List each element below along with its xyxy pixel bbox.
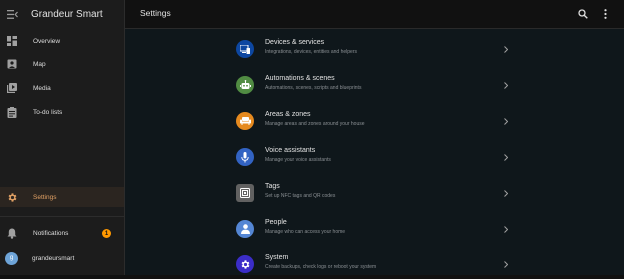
sidebar-item-map[interactable]: Map [0, 54, 124, 74]
dashboard-icon [6, 35, 18, 47]
settings-row-tags[interactable]: Tags Set up NFC tags and QR codes [234, 173, 519, 208]
page-title: Settings [140, 8, 171, 18]
settings-row-devices-services[interactable]: Devices & services Integrations, devices… [234, 29, 519, 64]
row-subtitle: Create backups, check logs or reboot you… [265, 264, 377, 270]
chevron-right-icon [502, 44, 510, 54]
sidebar: Grandeur Smart Overview Map Media To-do … [0, 0, 125, 275]
search-icon[interactable] [576, 7, 589, 20]
settings-list: Devices & services Integrations, devices… [125, 29, 624, 275]
sidebar-item-label: Map [33, 60, 46, 68]
sidebar-item-label: Media [33, 84, 51, 92]
row-subtitle: Automations, scenes, scripts and bluepri… [265, 85, 362, 91]
row-subtitle: Manage your voice assistants [265, 157, 331, 163]
row-subtitle: Set up NFC tags and QR codes [265, 193, 336, 199]
chevron-right-icon [502, 116, 510, 126]
sidebar-header: Grandeur Smart [0, 0, 124, 28]
settings-row-people[interactable]: People Manage who can access your home [234, 209, 519, 244]
chevron-right-icon [502, 188, 510, 198]
gear-icon [6, 191, 18, 203]
sidebar-item-settings[interactable]: Settings [0, 187, 124, 207]
row-subtitle: Integrations, devices, entities and help… [265, 49, 357, 55]
sidebar-divider [0, 216, 124, 217]
settings-row-areas-zones[interactable]: Areas & zones Manage areas and zones aro… [234, 101, 519, 136]
app-title: Grandeur Smart [31, 8, 103, 20]
sidebar-item-to-do-lists[interactable]: To-do lists [0, 102, 124, 122]
map-icon [6, 58, 18, 70]
gear-icon [236, 255, 254, 273]
top-bar: Settings [125, 0, 624, 29]
chevron-right-icon [502, 259, 510, 269]
chevron-right-icon [502, 80, 510, 90]
row-title: Devices & services [265, 39, 325, 46]
sidebar-item-overview[interactable]: Overview [0, 31, 124, 51]
row-subtitle: Manage areas and zones around your house [265, 121, 365, 127]
media-icon [6, 82, 18, 94]
more-vertical-icon[interactable] [600, 7, 611, 20]
bell-icon [6, 227, 18, 239]
row-subtitle: Manage who can access your home [265, 229, 346, 235]
sidebar-item-media[interactable]: Media [0, 78, 124, 98]
robot-icon [236, 76, 254, 94]
row-title: Voice assistants [265, 147, 316, 154]
chevron-right-icon [502, 152, 510, 162]
devices-icon [236, 40, 254, 58]
sofa-icon [236, 112, 254, 130]
row-title: Areas & zones [265, 111, 311, 118]
settings-row-automations-scenes[interactable]: Automations & scenes Automations, scenes… [234, 65, 519, 100]
avatar: g [5, 251, 18, 265]
menu-collapse-icon[interactable] [2, 0, 22, 28]
row-title: Tags [265, 183, 280, 190]
row-title: Automations & scenes [265, 75, 335, 82]
user-name: grandeursmart [32, 254, 75, 262]
settings-row-voice-assistants[interactable]: Voice assistants Manage your voice assis… [234, 137, 519, 172]
microphone-icon [236, 148, 254, 166]
chevron-right-icon [502, 224, 510, 234]
sidebar-item-notifications[interactable]: Notifications 1 [0, 223, 124, 243]
sidebar-item-label: Overview [33, 37, 61, 45]
row-title: System [265, 254, 289, 261]
person-icon [236, 220, 254, 238]
clipboard-list-icon [6, 106, 18, 118]
notification-count-badge: 1 [102, 229, 111, 238]
sidebar-item-label: Notifications [33, 229, 69, 237]
settings-row-system[interactable]: System Create backups, check logs or reb… [234, 244, 519, 279]
sidebar-item-label: To-do lists [33, 108, 63, 116]
sidebar-item-user[interactable]: g grandeursmart [0, 247, 124, 269]
row-title: People [265, 219, 287, 226]
sidebar-item-label: Settings [33, 193, 57, 201]
tag-icon [236, 184, 254, 202]
